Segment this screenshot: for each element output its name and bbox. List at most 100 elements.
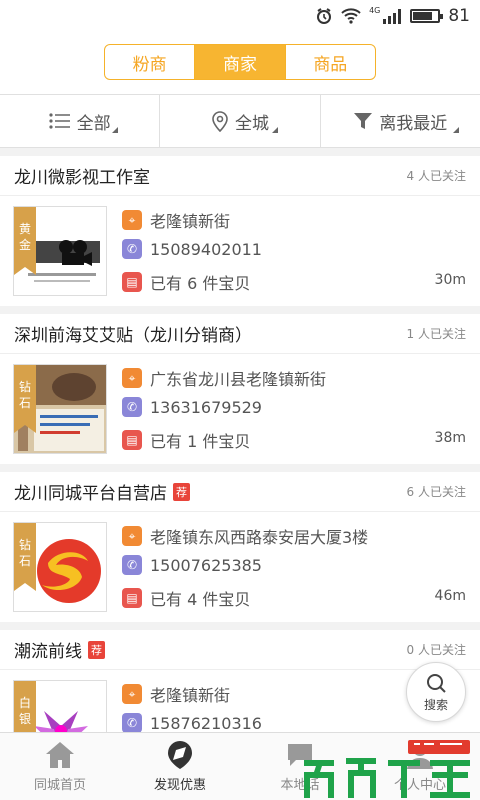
tab-product[interactable]: 商品 (284, 45, 375, 79)
nav-local-label: 本地话 (280, 778, 320, 793)
recommend-tag: 荐 (173, 482, 190, 501)
shop-phone[interactable]: 13631679529 (150, 398, 262, 417)
chat-icon (288, 744, 312, 766)
dropdown-caret-icon (112, 127, 118, 133)
shop-card-header: 龙川同城平台自营店 荐 6 人已关注 (0, 472, 480, 512)
shop-name: 深圳前海艾艾贴（龙川分销商） (14, 326, 252, 346)
shop-address: 广东省龙川县老隆镇新街 (150, 370, 327, 389)
shop-card-header: 深圳前海艾艾贴（龙川分销商） 1 人已关注 (0, 314, 480, 354)
user-icon (407, 742, 433, 769)
follow-count: 6 人已关注 (406, 485, 466, 499)
bag-icon: ▤ (122, 272, 142, 292)
nav-home[interactable]: 同城首页 (0, 733, 120, 800)
shop-items: 已有 4 件宝贝 (150, 590, 251, 609)
discover-icon (168, 741, 192, 769)
shop-name: 潮流前线 (14, 642, 82, 662)
shop-phone[interactable]: 15007625385 (150, 556, 262, 575)
shop-phone[interactable]: 15089402011 (150, 240, 262, 259)
filter-icon (354, 113, 373, 129)
location-icon: ⌖ (122, 684, 142, 704)
bag-icon: ▤ (122, 430, 142, 450)
shop-items: 已有 6 件宝贝 (150, 274, 251, 293)
nav-local[interactable]: 本地话 (240, 733, 360, 800)
shop-name: 龙川微影视工作室 (14, 168, 150, 188)
search-icon (427, 673, 446, 693)
alarm-icon (317, 8, 332, 24)
address-row: ⌖ 老隆镇东风西路泰安居大厦3楼 (122, 524, 368, 548)
filter-sort-label: 离我最近 (379, 113, 448, 134)
shop-card-header: 龙川微影视工作室 4 人已关注 (0, 156, 480, 196)
filter-area[interactable]: 全城 (159, 95, 319, 147)
battery-level: 81 (448, 6, 470, 26)
items-row: ▤ 已有 6 件宝贝 (122, 270, 250, 294)
top-bar: 粉商 商家 商品 (0, 32, 480, 94)
shop-thumbnail: 钻石 (13, 522, 107, 612)
recommend-tag: 荐 (88, 640, 105, 659)
tab-fans-merchant[interactable]: 粉商 (105, 45, 194, 79)
filter-area-label: 全城 (234, 113, 269, 134)
status-bar: 4G 81 (0, 0, 480, 32)
location-icon (212, 111, 228, 132)
distance: 46m (434, 588, 466, 604)
home-icon (46, 742, 74, 768)
level-badge: 钻石 (14, 365, 36, 433)
bottom-nav: 同城首页 发现优惠 本地话 个人中心 (0, 732, 480, 800)
address-row: ⌖ 老隆镇新街 (122, 682, 230, 706)
phone-icon: ✆ (122, 555, 142, 575)
shop-address: 老隆镇东风西路泰安居大厦3楼 (150, 528, 369, 547)
nav-profile[interactable]: 个人中心 (360, 733, 480, 800)
shop-card[interactable]: 深圳前海艾艾贴（龙川分销商） 1 人已关注 钻石 ⌖ 广东省龙川县老隆镇新街 ✆… (0, 314, 480, 464)
filter-bar: 全部 全城 离我最近 (0, 94, 480, 148)
shop-card[interactable]: 龙川同城平台自营店 荐 6 人已关注 钻石 ⌖ 老隆镇东风西路泰安居大厦3楼 ✆… (0, 472, 480, 622)
nav-home-label: 同城首页 (33, 778, 86, 793)
shop-card[interactable]: 龙川微影视工作室 4 人已关注 黄金 ⌖ 老隆镇新街 ✆ 15089402011… (0, 156, 480, 306)
location-icon: ⌖ (122, 526, 142, 546)
filter-category[interactable]: 全部 (0, 95, 159, 147)
shop-name: 龙川同城平台自营店 (14, 484, 167, 504)
bag-icon: ▤ (122, 588, 142, 608)
location-icon: ⌖ (122, 368, 142, 388)
signal-icon (383, 9, 402, 24)
filter-sort[interactable]: 离我最近 (319, 95, 480, 147)
phone-icon: ✆ (122, 397, 142, 417)
shop-card-header: 潮流前线 荐 0 人已关注 (0, 630, 480, 670)
shop-thumbnail: 钻石 (13, 364, 107, 454)
phone-icon: ✆ (122, 239, 142, 259)
items-row: ▤ 已有 1 件宝贝 (122, 428, 250, 452)
shop-address: 老隆镇新街 (150, 686, 231, 705)
level-badge: 黄金 (14, 207, 36, 275)
address-row: ⌖ 广东省龙川县老隆镇新街 (122, 366, 326, 390)
nav-discover[interactable]: 发现优惠 (120, 733, 240, 800)
shop-address: 老隆镇新街 (150, 212, 231, 231)
list-icon (49, 113, 70, 129)
location-icon: ⌖ (122, 210, 142, 230)
dropdown-caret-icon (452, 127, 459, 133)
follow-count: 1 人已关注 (406, 327, 466, 341)
wifi-icon (341, 8, 361, 24)
nav-discover-label: 发现优惠 (153, 778, 206, 793)
items-row: ▤ 已有 4 件宝贝 (122, 586, 250, 610)
network-type: 4G (369, 5, 381, 15)
phone-row[interactable]: ✆ 15089402011 (122, 239, 262, 259)
shop-items: 已有 1 件宝贝 (150, 432, 251, 451)
tab-merchant[interactable]: 商家 (194, 45, 285, 79)
filter-category-label: 全部 (76, 113, 111, 134)
phone-row[interactable]: ✆ 15876210316 (122, 713, 262, 733)
segment-control: 粉商 商家 商品 (104, 44, 376, 80)
distance: 30m (434, 272, 466, 288)
follow-count: 4 人已关注 (406, 169, 466, 183)
level-badge: 钻石 (14, 523, 36, 591)
search-label: 搜索 (423, 697, 448, 712)
phone-row[interactable]: ✆ 15007625385 (122, 555, 262, 575)
address-row: ⌖ 老隆镇新街 (122, 208, 230, 232)
dropdown-caret-icon (272, 127, 279, 133)
shop-thumbnail: 黄金 (13, 206, 107, 296)
distance: 38m (434, 430, 466, 446)
follow-count: 0 人已关注 (406, 643, 466, 657)
shop-phone[interactable]: 15876210316 (150, 714, 262, 733)
battery-icon (410, 9, 444, 23)
phone-row[interactable]: ✆ 13631679529 (122, 397, 262, 417)
search-button[interactable]: 搜索 (406, 662, 466, 722)
nav-profile-label: 个人中心 (393, 778, 446, 793)
phone-icon: ✆ (122, 713, 142, 733)
